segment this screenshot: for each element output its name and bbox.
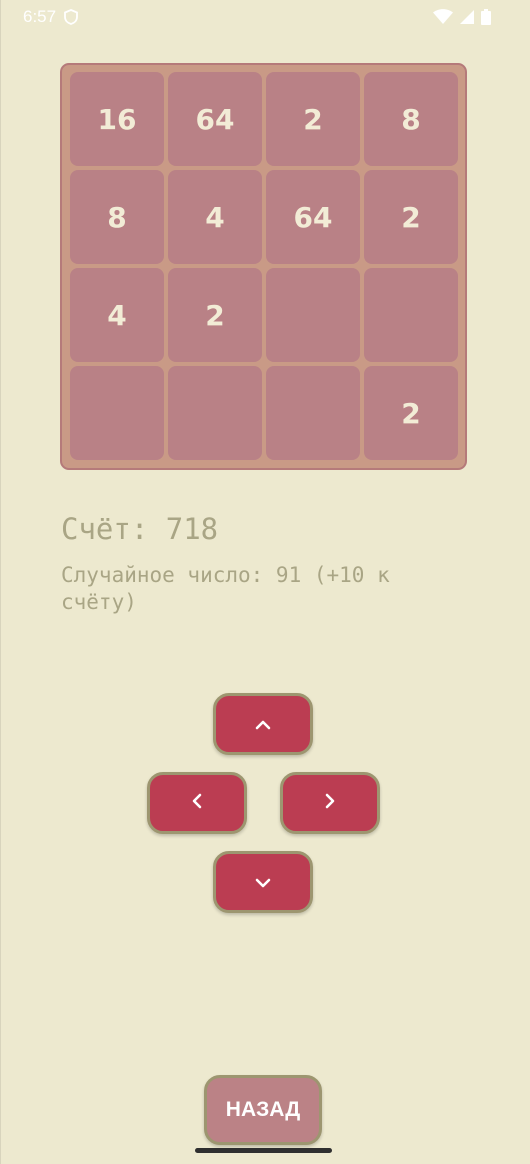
tile: 8	[70, 170, 164, 264]
tile: 16	[70, 72, 164, 166]
tile	[266, 268, 360, 362]
move-right-button[interactable]	[280, 772, 380, 834]
tile	[168, 366, 262, 460]
wifi-icon	[433, 9, 453, 30]
score-label: Счёт: 718	[61, 512, 219, 546]
tile: 2	[266, 72, 360, 166]
game-board: 16 64 2 8 8 4 64 2 4 2 2	[60, 63, 467, 470]
chevron-left-icon	[192, 793, 202, 813]
shield-icon	[64, 9, 78, 30]
tile: 64	[168, 72, 262, 166]
move-up-button[interactable]	[213, 693, 313, 755]
back-button[interactable]: НАЗАД	[204, 1075, 322, 1145]
game-screen: 6:57 16 64 2 8 8 4 64 2 4 2 2 Счёт: 718 …	[0, 0, 530, 1164]
chevron-down-icon	[255, 873, 271, 892]
status-icons	[433, 9, 491, 30]
tile: 8	[364, 72, 458, 166]
battery-icon	[481, 9, 491, 30]
status-bar: 6:57	[1, 0, 530, 34]
tile: 2	[364, 170, 458, 264]
chevron-right-icon	[325, 793, 335, 813]
tile: 2	[168, 268, 262, 362]
tile	[364, 268, 458, 362]
move-left-button[interactable]	[147, 772, 247, 834]
tile	[70, 366, 164, 460]
move-down-button[interactable]	[213, 851, 313, 913]
signal-icon	[459, 9, 475, 30]
status-time: 6:57	[23, 7, 57, 26]
tile: 4	[70, 268, 164, 362]
chevron-up-icon	[255, 715, 271, 734]
tile: 4	[168, 170, 262, 264]
tile	[266, 366, 360, 460]
tile: 2	[364, 366, 458, 460]
home-indicator[interactable]	[195, 1148, 332, 1153]
tile: 64	[266, 170, 360, 264]
random-number-label: Случайное число: 91 (+10 к счёту)	[61, 563, 390, 614]
